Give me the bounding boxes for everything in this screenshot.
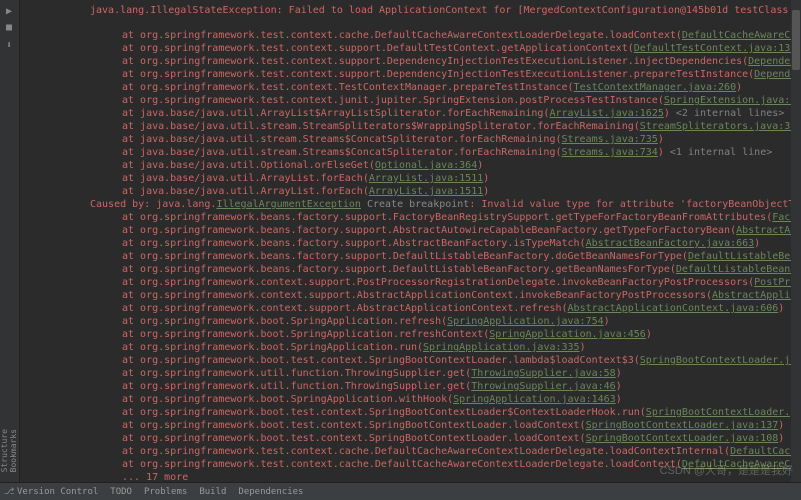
stack-frame: at org.springframework.test.context.supp…: [90, 55, 801, 68]
source-link[interactable]: SpringBootContextLoader.java:137: [586, 420, 779, 431]
run-icon[interactable]: ▶: [3, 6, 15, 18]
source-link[interactable]: ArrayList.java:1625: [549, 108, 663, 119]
stack-frame: at org.springframework.test.context.juni…: [90, 94, 801, 107]
source-link[interactable]: SpringBootContextLoader.java:108: [586, 433, 779, 444]
stack-frame: at org.springframework.util.function.Thr…: [90, 367, 801, 380]
create-breakpoint[interactable]: Create breakpoint: [367, 199, 469, 210]
stack-frame: at org.springframework.beans.factory.sup…: [90, 224, 801, 237]
source-link[interactable]: DefaultTestContext.java:130: [634, 43, 797, 54]
stack-frame: at org.springframework.boot.test.context…: [90, 406, 801, 419]
stack-frame: at java.base/java.util.stream.Streams$Co…: [90, 133, 801, 146]
source-link[interactable]: ThrowingSupplier.java:46: [471, 381, 616, 392]
source-link[interactable]: ArrayList.java:1511: [369, 186, 483, 197]
sb-problems[interactable]: Problems: [144, 487, 187, 497]
stack-frame: at org.springframework.beans.factory.sup…: [90, 211, 801, 224]
stop-icon[interactable]: ■: [3, 22, 15, 34]
stack-frame: at org.springframework.boot.test.context…: [90, 432, 801, 445]
sb-version-control[interactable]: Version Control: [4, 487, 98, 497]
status-bar: Version Control TODO Problems Build Depe…: [0, 482, 801, 500]
stack-frame: at org.springframework.boot.test.context…: [90, 354, 801, 367]
stack-frame: at java.base/java.util.ArrayList$ArrayLi…: [90, 107, 801, 120]
caused-by-line: Caused by: java.lang.IllegalArgumentExce…: [90, 198, 801, 211]
source-link[interactable]: SpringApplication.java:754: [447, 316, 604, 327]
source-link[interactable]: Streams.java:734: [562, 147, 658, 158]
stack-frame: at java.base/java.util.Optional.orElseGe…: [90, 159, 801, 172]
source-link[interactable]: SpringApplication.java:1463: [453, 394, 616, 405]
tab-bookmarks[interactable]: Bookmarks: [9, 429, 18, 472]
source-link[interactable]: AbstractApplicationContext.java:606: [568, 303, 779, 314]
sb-build[interactable]: Build: [199, 487, 226, 497]
stack-frame: at org.springframework.context.support.A…: [90, 289, 801, 302]
source-link[interactable]: TestContextManager.java:260: [574, 82, 737, 93]
stack-frame: at java.base/java.util.stream.Streams$Co…: [90, 146, 801, 159]
source-link[interactable]: ArrayList.java:1511: [369, 173, 483, 184]
stack-frame: at java.base/java.util.ArrayList.forEach…: [90, 185, 801, 198]
stack-frame: at org.springframework.boot.SpringApplic…: [90, 315, 801, 328]
stack-frame: at org.springframework.util.function.Thr…: [90, 380, 801, 393]
stack-frame: at org.springframework.beans.factory.sup…: [90, 263, 801, 276]
source-link[interactable]: SpringApplication.java:335: [423, 342, 580, 353]
stack-frame: at org.springframework.context.support.A…: [90, 302, 801, 315]
branch-icon: [4, 487, 14, 497]
sb-dependencies[interactable]: Dependencies: [238, 487, 303, 497]
stack-frame: at java.base/java.util.stream.StreamSpli…: [90, 120, 801, 133]
watermark: CSDN @大哥，是是是我好: [660, 462, 793, 478]
tab-structure[interactable]: Structure: [0, 429, 9, 472]
stack-frame: at org.springframework.test.context.supp…: [90, 68, 801, 81]
source-link[interactable]: DefaultListableBeanFactory.java:575: [688, 251, 801, 262]
source-link[interactable]: SpringBootContextLoader.java:553: [646, 407, 801, 418]
tool-gutter: ▶ ■ ⬇ Structure Bookmarks: [0, 0, 20, 500]
stack-frame: at org.springframework.boot.SpringApplic…: [90, 328, 801, 341]
source-link[interactable]: SpringApplication.java:456: [489, 329, 646, 340]
stack-frame: at org.springframework.boot.SpringApplic…: [90, 393, 801, 406]
source-link[interactable]: SpringBootContextLoader.java:137: [640, 355, 801, 366]
exception-header: java.lang.IllegalStateException: Failed …: [90, 4, 801, 17]
stack-frame: at org.springframework.boot.test.context…: [90, 419, 801, 432]
source-link[interactable]: Streams.java:735: [562, 134, 658, 145]
stack-frame: at org.springframework.test.context.cach…: [90, 29, 801, 42]
source-link[interactable]: Optional.java:364: [375, 160, 477, 171]
stack-frame: at java.base/java.util.ArrayList.forEach…: [90, 172, 801, 185]
source-link[interactable]: StreamSpliterators.java:310: [640, 121, 801, 132]
source-link[interactable]: DefaultListableBeanFactory.java:534: [676, 264, 801, 275]
source-link[interactable]: AbstractApplicationContext.java:788: [712, 290, 801, 301]
stack-frame: at org.springframework.boot.SpringApplic…: [90, 341, 801, 354]
scroll-thumb[interactable]: [792, 10, 800, 70]
stack-frame: at org.springframework.beans.factory.sup…: [90, 250, 801, 263]
source-link[interactable]: AbstractBeanFactory.java:663: [586, 238, 755, 249]
scrollbar[interactable]: [791, 0, 801, 482]
stack-frame: at org.springframework.context.support.P…: [90, 276, 801, 289]
side-tabs: Structure Bookmarks: [0, 421, 20, 480]
down-icon[interactable]: ⬇: [3, 40, 15, 52]
exception-link[interactable]: IllegalArgumentException: [216, 199, 361, 210]
source-link[interactable]: DefaultCacheAwareContextLoaderDelegate.j…: [682, 30, 801, 41]
source-link[interactable]: SpringExtension.java:163: [664, 95, 801, 106]
stack-frame: at org.springframework.beans.factory.sup…: [90, 237, 801, 250]
stack-frame: at org.springframework.test.context.supp…: [90, 42, 801, 55]
console-output: java.lang.IllegalStateException: Failed …: [20, 0, 801, 482]
sb-todo[interactable]: TODO: [110, 487, 132, 497]
source-link[interactable]: ThrowingSupplier.java:58: [471, 368, 616, 379]
stack-frame: at org.springframework.test.context.cach…: [90, 445, 801, 458]
stack-frame: at org.springframework.test.context.Test…: [90, 81, 801, 94]
